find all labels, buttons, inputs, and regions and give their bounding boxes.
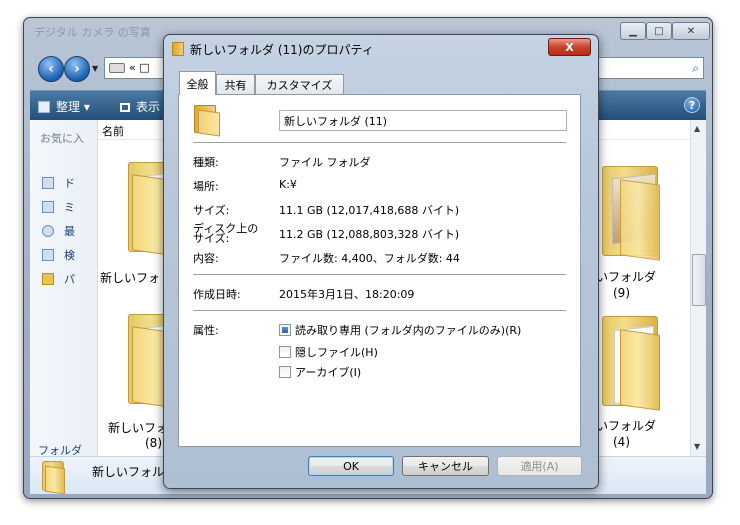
organize-icon xyxy=(38,101,50,113)
type-label: 種類: xyxy=(193,156,219,169)
views-menu-button[interactable]: 表示 xyxy=(120,98,160,115)
forward-button[interactable]: › xyxy=(64,56,90,82)
scroll-down-icon[interactable]: ▼ xyxy=(694,442,700,451)
selected-item-name: 新しいフォル xyxy=(92,465,165,479)
close-button[interactable]: ✕ xyxy=(672,22,710,40)
folder-label: (4) xyxy=(613,435,630,449)
checkbox-icon[interactable] xyxy=(279,366,291,378)
divider xyxy=(193,274,566,275)
folder-name-input[interactable] xyxy=(279,110,567,131)
checkbox-indeterminate-icon[interactable] xyxy=(279,324,291,336)
archive-label: アーカイブ(I) xyxy=(295,366,362,379)
cancel-button[interactable]: キャンセル xyxy=(402,456,489,476)
folder-icon xyxy=(42,273,54,285)
favorite-link-public[interactable]: パ xyxy=(42,271,75,287)
favorite-link-recent[interactable]: 最 xyxy=(42,223,75,239)
minimize-icon: ▁ xyxy=(629,25,637,37)
folder-label: 新しいフォ xyxy=(100,271,161,285)
size-label: サイズ: xyxy=(193,204,230,217)
favorites-header: お気に入 xyxy=(40,132,84,145)
readonly-label: 読み取り専用 (フォルダ内のファイルのみ)(R) xyxy=(295,324,522,337)
favorite-label: ド xyxy=(64,177,75,190)
properties-dialog: 新しいフォルダ (11)のプロパティ X 全般 共有 カスタマイズ 種類: ファ… xyxy=(163,34,599,489)
favorite-link-music[interactable]: ミ xyxy=(42,199,75,215)
favorite-label: ミ xyxy=(64,201,75,214)
created-label: 作成日時: xyxy=(193,288,241,301)
name-column-header[interactable]: 名前 xyxy=(102,123,124,139)
readonly-checkbox[interactable]: 読み取り専用 (フォルダ内のファイルのみ)(R) xyxy=(279,323,521,337)
dialog-close-button[interactable]: X xyxy=(548,38,591,56)
address-bar[interactable]: « □ xyxy=(104,57,164,79)
organize-label: 整理 ▾ xyxy=(56,100,90,114)
scroll-up-icon[interactable]: ▲ xyxy=(694,124,700,133)
drive-icon xyxy=(109,63,125,73)
folder-label: 新しいフォ xyxy=(108,421,169,435)
search-input[interactable]: ⌕ xyxy=(594,57,704,79)
attributes-label: 属性: xyxy=(193,324,219,337)
close-icon: ✕ xyxy=(686,25,696,37)
ok-button[interactable]: OK xyxy=(308,456,394,476)
favorite-label: 最 xyxy=(64,225,75,238)
back-arrow-icon: ‹ xyxy=(48,61,54,77)
dialog-title: 新しいフォルダ (11)のプロパティ xyxy=(190,43,374,57)
music-icon xyxy=(42,201,54,213)
minimize-button[interactable]: ▁ xyxy=(620,22,646,40)
organize-menu-button[interactable]: 整理 ▾ xyxy=(38,98,90,115)
general-tab-panel: 種類: ファイル フォルダ 場所: K:¥ サイズ: 11.1 GB (12,0… xyxy=(178,94,581,447)
contents-label: 内容: xyxy=(193,252,219,265)
divider xyxy=(193,310,566,311)
navigation-pane: お気に入 ド ミ 最 検 パ フォルダ xyxy=(30,120,98,457)
folder-icon xyxy=(172,42,184,56)
archive-checkbox[interactable]: アーカイブ(I) xyxy=(279,365,361,379)
tab-general[interactable]: 全般 xyxy=(179,71,216,95)
hidden-checkbox[interactable]: 隠しファイル(H) xyxy=(279,345,378,359)
tab-sharing[interactable]: 共有 xyxy=(216,74,255,94)
views-icon xyxy=(120,103,130,112)
favorite-link-documents[interactable]: ド xyxy=(42,175,75,191)
tab-customize[interactable]: カスタマイズ xyxy=(255,74,344,94)
created-value: 2015年3月1日、18:20:09 xyxy=(279,288,415,301)
address-text: « □ xyxy=(129,61,150,74)
recent-icon xyxy=(42,225,54,237)
close-icon: X xyxy=(565,40,574,54)
maximize-button[interactable]: □ xyxy=(646,22,672,40)
contents-value: ファイル数: 4,400、フォルダ数: 44 xyxy=(279,252,460,265)
location-label: 場所: xyxy=(193,180,219,193)
checkbox-icon[interactable] xyxy=(279,346,291,358)
document-icon xyxy=(42,177,54,189)
maximize-icon: □ xyxy=(654,25,664,37)
type-value: ファイル フォルダ xyxy=(279,156,371,169)
folder-label: (8) xyxy=(145,436,162,450)
search-icon[interactable]: ⌕ xyxy=(692,61,699,76)
hidden-label: 隠しファイル(H) xyxy=(295,346,378,359)
photo-folder-icon[interactable] xyxy=(602,166,660,261)
size-value: 11.1 GB (12,017,418,688 バイト) xyxy=(279,204,460,217)
location-value: K:¥ xyxy=(279,178,297,191)
favorite-label: パ xyxy=(64,273,75,286)
favorite-link-search[interactable]: 検 xyxy=(42,247,75,263)
recent-pages-dropdown-icon[interactable]: ▼ xyxy=(92,64,98,73)
vertical-scrollbar[interactable]: ▲ ▼ xyxy=(690,120,706,456)
disk-size-value: 11.2 GB (12,088,803,328 バイト) xyxy=(279,228,460,241)
folder-label: いフォルダ xyxy=(596,270,657,284)
help-icon[interactable]: ? xyxy=(684,97,700,113)
folder-icon[interactable] xyxy=(602,316,660,411)
search-folder-icon xyxy=(42,249,54,261)
back-button[interactable]: ‹ xyxy=(38,56,64,82)
disk-size-label: ディスク上のサイズ: xyxy=(193,222,259,245)
folder-icon xyxy=(194,105,222,137)
forward-arrow-icon: › xyxy=(74,61,80,77)
apply-button[interactable]: 適用(A) xyxy=(497,456,582,476)
folder-label: (9) xyxy=(613,286,630,300)
folder-label: いフォルダ xyxy=(596,419,657,433)
views-label: 表示 xyxy=(136,100,161,114)
divider xyxy=(193,142,566,143)
favorite-label: 検 xyxy=(64,249,75,262)
scrollbar-thumb[interactable] xyxy=(692,254,706,306)
folder-icon xyxy=(42,461,66,495)
